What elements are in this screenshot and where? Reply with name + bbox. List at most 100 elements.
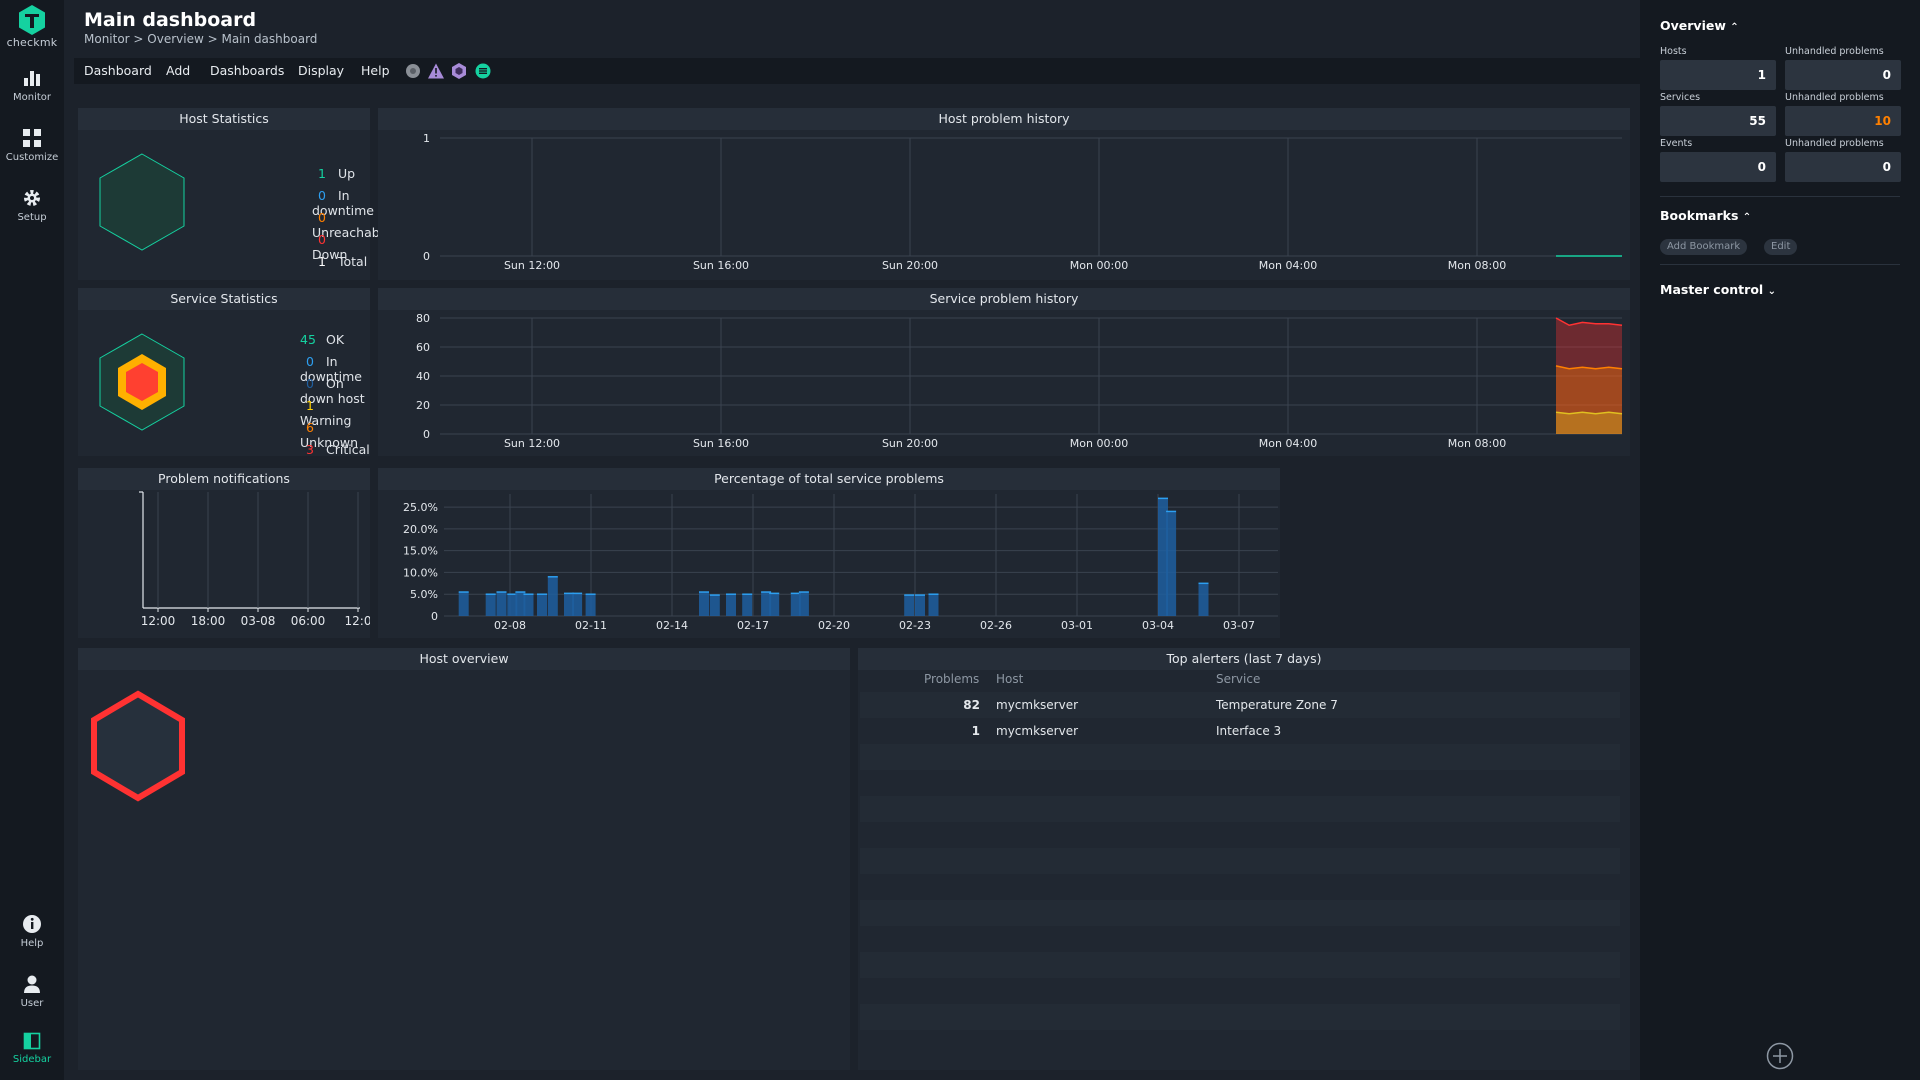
stat-count: 3 [306, 442, 314, 457]
x-tick-label: Mon 04:00 [1259, 259, 1317, 272]
add-bookmark-button[interactable]: Add Bookmark [1660, 239, 1748, 255]
chevron-down-icon: ⌄ [1767, 286, 1776, 297]
percentage-problems-dashlet: Percentage of total service problems 0 5.… [378, 468, 1280, 638]
host-hexagon-graphic[interactable] [92, 152, 192, 252]
bar [458, 592, 469, 616]
services-unhandled-count[interactable]: 10 [1785, 106, 1901, 136]
gear-icon [24, 190, 40, 206]
add-snapin-icon[interactable] [1766, 1042, 1794, 1070]
host-hexagon-tile[interactable] [88, 690, 188, 802]
stat-row[interactable]: 1 Up [312, 166, 355, 181]
column-header-host[interactable]: Host [996, 672, 1023, 686]
area-series-0 [1556, 412, 1622, 434]
dashlet-title: Host Statistics [78, 108, 370, 130]
x-tick-label: 02-26 [980, 619, 1012, 632]
bar-chart-icon [24, 71, 40, 86]
nav-monitor[interactable]: Monitor [0, 68, 64, 103]
stat-row[interactable]: 1 Total [312, 254, 367, 269]
problem-notifications-dashlet: Problem notifications 12:00 18:00 03-08 06:… [78, 468, 370, 638]
problems-cell[interactable]: 82 [860, 698, 980, 712]
y-tick-label: 0 [423, 428, 430, 441]
stat-count: 1 [318, 254, 326, 269]
hosts-unhandled-label: Unhandled problems [1785, 46, 1884, 57]
bar [798, 592, 809, 616]
nav-monitor-label: Monitor [12, 92, 51, 103]
nav-setup[interactable]: Setup [0, 188, 64, 223]
menu-help[interactable]: Help [361, 63, 390, 78]
column-header-problems[interactable]: Problems [924, 672, 979, 686]
hosts-count[interactable]: 1 [1660, 60, 1776, 90]
x-tick-label: Sun 12:00 [504, 259, 560, 272]
bar [699, 592, 709, 616]
x-tick-label: 12:00 [141, 614, 176, 628]
events-unhandled-label: Unhandled problems [1785, 138, 1884, 149]
service-cell[interactable]: Interface 3 [1216, 724, 1516, 738]
nav-user[interactable]: User [0, 974, 64, 1009]
chevron-up-icon: ⌃ [1742, 212, 1752, 223]
x-tick-label: 18:00 [191, 614, 226, 628]
y-tick-label: 1 [423, 132, 430, 145]
stat-row[interactable]: 45 OK [300, 332, 344, 347]
x-tick-label: 06:00 [291, 614, 326, 628]
nav-customize[interactable]: Customize [0, 128, 64, 163]
bookmarks-snapin-header[interactable]: Bookmarks ⌃ [1660, 208, 1751, 223]
service-hexagon-graphic[interactable] [92, 332, 192, 432]
table-row[interactable]: 1 mycmkserver Interface 3 [860, 718, 1620, 744]
y-tick-label: 40 [416, 370, 430, 383]
stat-count: 0 [318, 188, 326, 203]
menu-dashboards[interactable]: Dashboards [210, 63, 284, 78]
table-row [860, 770, 1620, 796]
x-tick-label: 02-11 [575, 619, 607, 632]
divider [1660, 196, 1900, 197]
bar [742, 594, 753, 616]
bar [585, 594, 596, 616]
overview-snapin-header[interactable]: Overview ⌃ [1660, 18, 1739, 33]
menu-display[interactable]: Display [298, 63, 344, 78]
service-problem-history-chart[interactable]: 0 20 40 60 80 Sun 12:00 Sun 16:00 Sun 20:00 Mon … [378, 288, 1630, 456]
bar [496, 592, 507, 616]
breadcrumb[interactable]: Monitor > Overview > Main dashboard [84, 32, 317, 46]
service-cell[interactable]: Temperature Zone 7 [1216, 698, 1516, 712]
host-problem-history-chart[interactable]: 0 1 Sun 12:00 Sun 16:00 Sun 20:00 Mon 00:00 Mo… [378, 108, 1630, 280]
warning-icon[interactable] [427, 62, 445, 80]
menu-circle-icon[interactable] [474, 62, 492, 80]
problem-notifications-chart[interactable]: 12:00 18:00 03-08 06:00 12:0 [78, 468, 370, 638]
stat-count: 6 [306, 420, 314, 435]
bar [547, 576, 558, 616]
checkmk-logo-icon [19, 5, 45, 35]
events-count[interactable]: 0 [1660, 152, 1776, 182]
stat-count: 0 [306, 376, 314, 391]
services-count[interactable]: 55 [1660, 106, 1776, 136]
hosts-unhandled-count[interactable]: 0 [1785, 60, 1901, 90]
edit-bookmarks-button[interactable]: Edit [1764, 239, 1798, 255]
x-tick-label: Sun 20:00 [882, 259, 938, 272]
table-row[interactable]: 82 mycmkserver Temperature Zone 7 [860, 692, 1620, 718]
checkmk-logo[interactable]: checkmk [0, 4, 64, 49]
divider [1660, 264, 1900, 265]
bar [904, 595, 915, 616]
stat-label: Critical [326, 442, 370, 457]
table-row [860, 978, 1620, 1004]
menu-add[interactable]: Add [166, 63, 190, 78]
nav-sidebar[interactable]: Sidebar [0, 1032, 64, 1065]
column-header-service[interactable]: Service [1216, 672, 1260, 686]
page-title: Main dashboard [84, 9, 257, 31]
problems-cell[interactable]: 1 [860, 724, 980, 738]
host-cell[interactable]: mycmkserver [996, 698, 1196, 712]
stat-row[interactable]: 3 Critical [300, 442, 370, 457]
y-tick-label: 20 [416, 399, 430, 412]
nav-help[interactable]: Help [0, 914, 64, 949]
events-unhandled-count[interactable]: 0 [1785, 152, 1901, 182]
y-tick-label: 15.0% [403, 545, 438, 558]
master-control-snapin-header[interactable]: Master control ⌄ [1660, 282, 1776, 297]
dashlet-title: Top alerters (last 7 days) [858, 648, 1630, 670]
table-row [860, 900, 1620, 926]
host-cell[interactable]: mycmkserver [996, 724, 1196, 738]
hexagon-icon[interactable] [450, 62, 468, 80]
service-problem-history-dashlet: Service problem history 0 20 40 60 80 Sun 12:… [378, 288, 1630, 456]
globe-icon[interactable] [404, 62, 422, 80]
menu-dashboard[interactable]: Dashboard [84, 63, 152, 78]
percentage-problems-chart[interactable]: 0 5.0% 10.0% 15.0% 20.0% 25.0% 02-08 02-11 02-14… [378, 468, 1280, 638]
bar [928, 594, 939, 616]
events-label: Events [1660, 138, 1693, 149]
